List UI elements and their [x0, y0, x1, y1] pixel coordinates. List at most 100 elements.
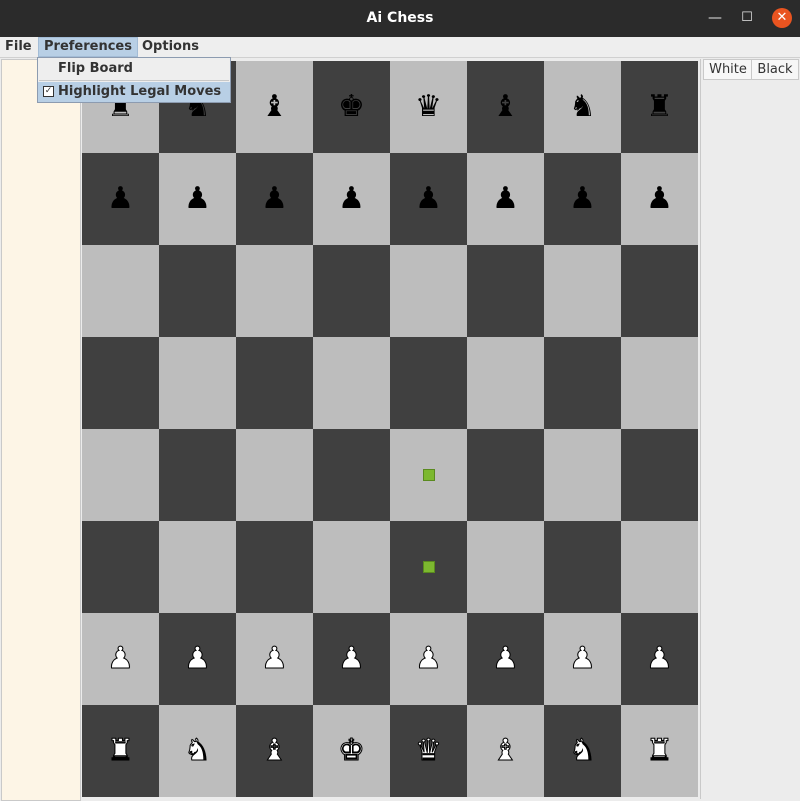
square-g8[interactable]: ♞ — [544, 61, 621, 153]
black-queen-icon[interactable]: ♛ — [390, 61, 467, 153]
legal-move-marker[interactable] — [423, 469, 435, 481]
black-pawn-icon[interactable]: ♟ — [621, 153, 698, 245]
square-a4[interactable] — [82, 429, 159, 521]
square-d8[interactable]: ♚ — [313, 61, 390, 153]
square-f5[interactable] — [467, 337, 544, 429]
square-g6[interactable] — [544, 245, 621, 337]
square-g7[interactable]: ♟ — [544, 153, 621, 245]
white-pawn-icon[interactable]: ♟ — [621, 613, 698, 705]
square-b3[interactable] — [159, 521, 236, 613]
square-d5[interactable] — [313, 337, 390, 429]
black-pawn-icon[interactable]: ♟ — [313, 153, 390, 245]
square-a3[interactable] — [82, 521, 159, 613]
black-pawn-icon[interactable]: ♟ — [236, 153, 313, 245]
square-d6[interactable] — [313, 245, 390, 337]
menu-file[interactable]: File — [0, 37, 37, 57]
black-pawn-icon[interactable]: ♟ — [159, 153, 236, 245]
square-g1[interactable]: ♞ — [544, 705, 621, 797]
legal-move-marker[interactable] — [423, 561, 435, 573]
square-e3[interactable] — [390, 521, 467, 613]
close-icon[interactable]: ✕ — [772, 8, 792, 28]
square-d7[interactable]: ♟ — [313, 153, 390, 245]
black-pawn-icon[interactable]: ♟ — [544, 153, 621, 245]
square-d1[interactable]: ♚ — [313, 705, 390, 797]
square-f2[interactable]: ♟ — [467, 613, 544, 705]
white-pawn-icon[interactable]: ♟ — [82, 613, 159, 705]
square-f4[interactable] — [467, 429, 544, 521]
square-e8[interactable]: ♛ — [390, 61, 467, 153]
white-bishop-icon[interactable]: ♝ — [236, 705, 313, 797]
square-c8[interactable]: ♝ — [236, 61, 313, 153]
white-pawn-icon[interactable]: ♟ — [467, 613, 544, 705]
black-knight-icon[interactable]: ♞ — [544, 61, 621, 153]
square-e6[interactable] — [390, 245, 467, 337]
square-h5[interactable] — [621, 337, 698, 429]
white-knight-icon[interactable]: ♞ — [159, 705, 236, 797]
square-h2[interactable]: ♟ — [621, 613, 698, 705]
square-g3[interactable] — [544, 521, 621, 613]
square-f7[interactable]: ♟ — [467, 153, 544, 245]
square-b7[interactable]: ♟ — [159, 153, 236, 245]
white-king-icon[interactable]: ♚ — [313, 705, 390, 797]
white-pawn-icon[interactable]: ♟ — [313, 613, 390, 705]
square-h1[interactable]: ♜ — [621, 705, 698, 797]
checkbox-checked-icon[interactable]: ✓ — [43, 86, 54, 97]
square-a6[interactable] — [82, 245, 159, 337]
square-b4[interactable] — [159, 429, 236, 521]
square-h7[interactable]: ♟ — [621, 153, 698, 245]
tab-black[interactable]: Black — [751, 59, 799, 80]
square-f1[interactable]: ♝ — [467, 705, 544, 797]
square-c1[interactable]: ♝ — [236, 705, 313, 797]
white-knight-icon[interactable]: ♞ — [544, 705, 621, 797]
square-b2[interactable]: ♟ — [159, 613, 236, 705]
black-pawn-icon[interactable]: ♟ — [82, 153, 159, 245]
minimize-icon[interactable]: — — [705, 8, 725, 28]
square-h4[interactable] — [621, 429, 698, 521]
square-f6[interactable] — [467, 245, 544, 337]
square-b6[interactable] — [159, 245, 236, 337]
black-pawn-icon[interactable]: ♟ — [467, 153, 544, 245]
black-bishop-icon[interactable]: ♝ — [467, 61, 544, 153]
square-c2[interactable]: ♟ — [236, 613, 313, 705]
white-pawn-icon[interactable]: ♟ — [236, 613, 313, 705]
white-pawn-icon[interactable]: ♟ — [390, 613, 467, 705]
square-e1[interactable]: ♛ — [390, 705, 467, 797]
square-c5[interactable] — [236, 337, 313, 429]
menu-preferences[interactable]: Preferences — [38, 37, 138, 57]
square-h3[interactable] — [621, 521, 698, 613]
square-d4[interactable] — [313, 429, 390, 521]
white-rook-icon[interactable]: ♜ — [621, 705, 698, 797]
maximize-icon[interactable]: ☐ — [737, 8, 757, 28]
square-e4[interactable] — [390, 429, 467, 521]
square-h6[interactable] — [621, 245, 698, 337]
square-c7[interactable]: ♟ — [236, 153, 313, 245]
square-e5[interactable] — [390, 337, 467, 429]
square-e2[interactable]: ♟ — [390, 613, 467, 705]
black-king-icon[interactable]: ♚ — [313, 61, 390, 153]
white-bishop-icon[interactable]: ♝ — [467, 705, 544, 797]
tab-white[interactable]: White — [703, 59, 753, 80]
white-pawn-icon[interactable]: ♟ — [159, 613, 236, 705]
square-h8[interactable]: ♜ — [621, 61, 698, 153]
square-e7[interactable]: ♟ — [390, 153, 467, 245]
square-b5[interactable] — [159, 337, 236, 429]
flip-board-item[interactable]: Flip Board — [38, 59, 230, 79]
square-d2[interactable]: ♟ — [313, 613, 390, 705]
square-g2[interactable]: ♟ — [544, 613, 621, 705]
square-g4[interactable] — [544, 429, 621, 521]
square-a7[interactable]: ♟ — [82, 153, 159, 245]
square-b1[interactable]: ♞ — [159, 705, 236, 797]
square-a1[interactable]: ♜ — [82, 705, 159, 797]
black-rook-icon[interactable]: ♜ — [621, 61, 698, 153]
square-f8[interactable]: ♝ — [467, 61, 544, 153]
white-pawn-icon[interactable]: ♟ — [544, 613, 621, 705]
menu-options[interactable]: Options — [137, 37, 204, 57]
square-c6[interactable] — [236, 245, 313, 337]
square-d3[interactable] — [313, 521, 390, 613]
highlight-legal-moves-item[interactable]: ✓ Highlight Legal Moves — [38, 82, 230, 102]
black-bishop-icon[interactable]: ♝ — [236, 61, 313, 153]
square-a5[interactable] — [82, 337, 159, 429]
square-g5[interactable] — [544, 337, 621, 429]
square-f3[interactable] — [467, 521, 544, 613]
square-c4[interactable] — [236, 429, 313, 521]
